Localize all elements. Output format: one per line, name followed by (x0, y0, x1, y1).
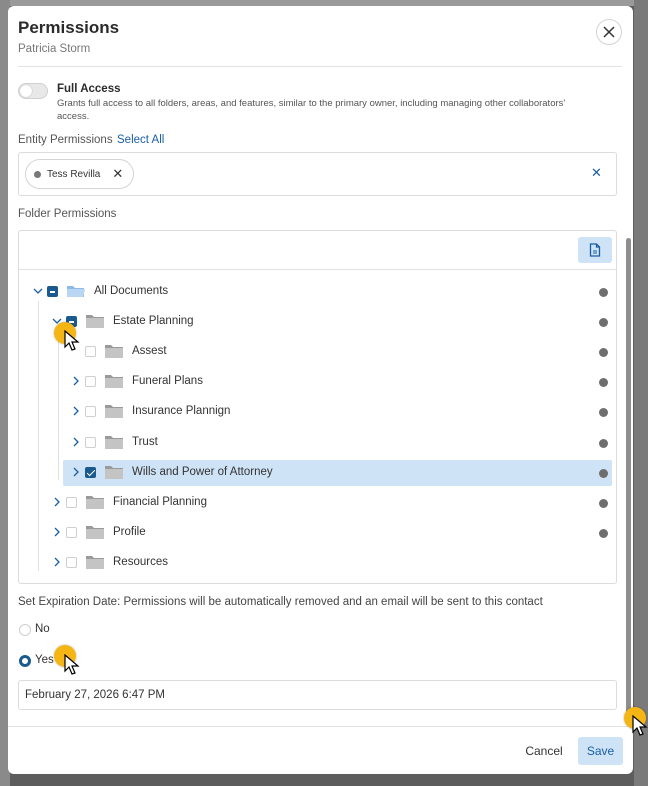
tree-guide-line (38, 301, 39, 571)
status-dot (599, 348, 608, 358)
folder-label: All Documents (94, 285, 169, 297)
tree-guide-line (58, 330, 59, 480)
folder-checkbox[interactable] (66, 556, 77, 568)
entity-chip: Tess Revilla ✕ (25, 159, 135, 189)
status-dot (599, 318, 608, 328)
folder-checkbox[interactable] (85, 406, 96, 418)
folder-icon (85, 524, 105, 540)
full-access-description: Grants full access to all folders, areas… (57, 98, 566, 122)
dialog-subtitle: Patricia Storm (18, 43, 91, 55)
footer-divider (8, 726, 633, 727)
chip-label: Tess Revilla (47, 168, 101, 180)
status-dot (599, 408, 608, 418)
chevron-down-icon[interactable] (33, 285, 43, 297)
folder-icon (104, 403, 124, 419)
close-icon (603, 26, 615, 38)
status-dot (599, 498, 608, 508)
folder-icon (85, 313, 105, 329)
tree-row[interactable]: Profile (19, 520, 616, 546)
folder-label: Resources (113, 555, 168, 568)
folder-icon (104, 343, 124, 359)
folder-icon (85, 554, 105, 570)
folder-checkbox[interactable] (85, 436, 96, 448)
folder-label: Profile (113, 525, 146, 538)
radio-no-label: No (35, 623, 50, 635)
expiration-date-input[interactable]: February 27, 2026 6:47 PM (18, 680, 617, 710)
tree-row[interactable]: Insurance Plannign (19, 399, 616, 425)
folder-icon (104, 464, 124, 480)
folder-checkbox[interactable] (85, 466, 96, 478)
status-dot (599, 288, 608, 297)
tree-row[interactable]: Assest (19, 339, 616, 365)
scrollbar-thumb[interactable] (626, 238, 631, 724)
header-divider (18, 66, 622, 67)
background-right (634, 0, 648, 786)
folder-label: Trust (132, 435, 158, 448)
save-button[interactable]: Save (578, 737, 623, 765)
folder-label: Financial Planning (113, 495, 207, 508)
tree-row[interactable]: Estate Planning (19, 309, 616, 335)
folder-label: Funeral Plans (132, 375, 203, 388)
folder-tree: All Documents Estate Planning Assest Funera… (18, 230, 617, 584)
expiration-label: Set Expiration Date: Permissions will be… (18, 596, 543, 608)
chevron-right-icon[interactable] (52, 496, 62, 508)
chevron-right-icon[interactable] (71, 375, 81, 387)
chip-remove-icon[interactable]: ✕ (112, 166, 123, 182)
tree-row[interactable]: Funeral Plans (19, 369, 616, 395)
folder-label: Estate Planning (113, 315, 194, 328)
folder-icon (85, 494, 105, 510)
chevron-right-icon[interactable] (52, 526, 62, 538)
dialog-body: Full Access Grants full access to all fo… (8, 68, 625, 728)
folder-checkbox[interactable] (85, 376, 96, 388)
folder-checkbox[interactable] (66, 526, 77, 538)
folder-label: Assest (132, 345, 167, 358)
tree-toolbar (19, 231, 616, 270)
permissions-dialog: Permissions Patricia Storm Full Access G… (8, 6, 633, 774)
toggle-knob (20, 85, 32, 97)
status-dot (599, 378, 608, 388)
full-access-toggle[interactable] (18, 83, 48, 99)
radio-yes[interactable] (19, 655, 31, 667)
close-button[interactable] (596, 19, 622, 45)
file-icon (589, 243, 601, 257)
clear-entities-icon[interactable]: ✕ (591, 165, 602, 181)
tree-row[interactable]: Trust (19, 430, 616, 456)
chevron-right-icon[interactable] (52, 556, 62, 568)
chevron-right-icon[interactable] (71, 405, 81, 417)
cursor-arrow-icon (632, 715, 648, 736)
cursor-arrow-icon (64, 654, 80, 675)
tree-row[interactable]: Financial Planning (19, 490, 616, 516)
cursor-arrow-icon (64, 330, 80, 351)
status-dot (599, 528, 608, 538)
folder-checkbox[interactable] (47, 286, 58, 297)
cancel-button[interactable]: Cancel (520, 737, 568, 765)
full-access-label: Full Access (57, 83, 121, 95)
folder-checkbox[interactable] (85, 346, 96, 358)
entity-select-field[interactable]: Tess Revilla ✕ ✕ (18, 152, 617, 196)
tree-row[interactable]: Resources (19, 550, 616, 576)
chip-status-dot (34, 170, 41, 178)
folder-label: Wills and Power of Attorney (132, 465, 273, 478)
folder-permissions-label: Folder Permissions (18, 208, 117, 220)
status-dot (599, 438, 608, 448)
folder-open-icon (66, 283, 86, 299)
chevron-right-icon[interactable] (71, 466, 81, 478)
status-dot (599, 468, 608, 478)
tree-row[interactable]: All Documents (19, 279, 616, 305)
folder-icon (104, 434, 124, 450)
folder-icon (104, 373, 124, 389)
radio-yes-label: Yes (35, 654, 54, 666)
chevron-right-icon[interactable] (71, 436, 81, 448)
file-button[interactable] (578, 237, 612, 263)
dialog-title: Permissions (18, 18, 120, 37)
folder-checkbox[interactable] (66, 496, 77, 508)
radio-no[interactable] (19, 624, 31, 636)
dialog-header: Permissions Patricia Storm (8, 6, 633, 68)
select-all-link[interactable]: Select All (117, 134, 164, 146)
entity-permissions-label: Entity Permissions (18, 134, 113, 146)
tree-row[interactable]: Wills and Power of Attorney (63, 459, 612, 486)
folder-label: Insurance Plannign (132, 405, 231, 418)
